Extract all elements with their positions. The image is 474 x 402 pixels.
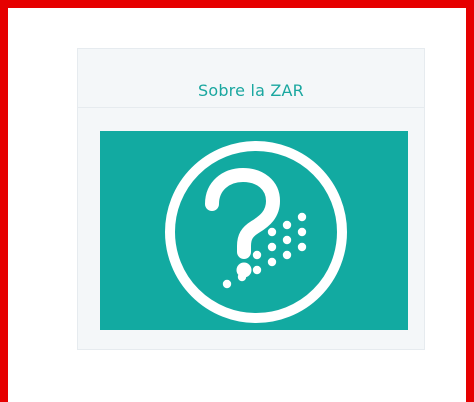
question-mark-with-dots-icon [165,141,347,323]
card-title: Sobre la ZAR [197,81,305,100]
info-card[interactable]: Sobre la ZAR [77,48,425,350]
highlight-frame: Sobre la ZAR [0,0,474,402]
card-image[interactable] [100,131,408,330]
card-divider [78,107,424,108]
